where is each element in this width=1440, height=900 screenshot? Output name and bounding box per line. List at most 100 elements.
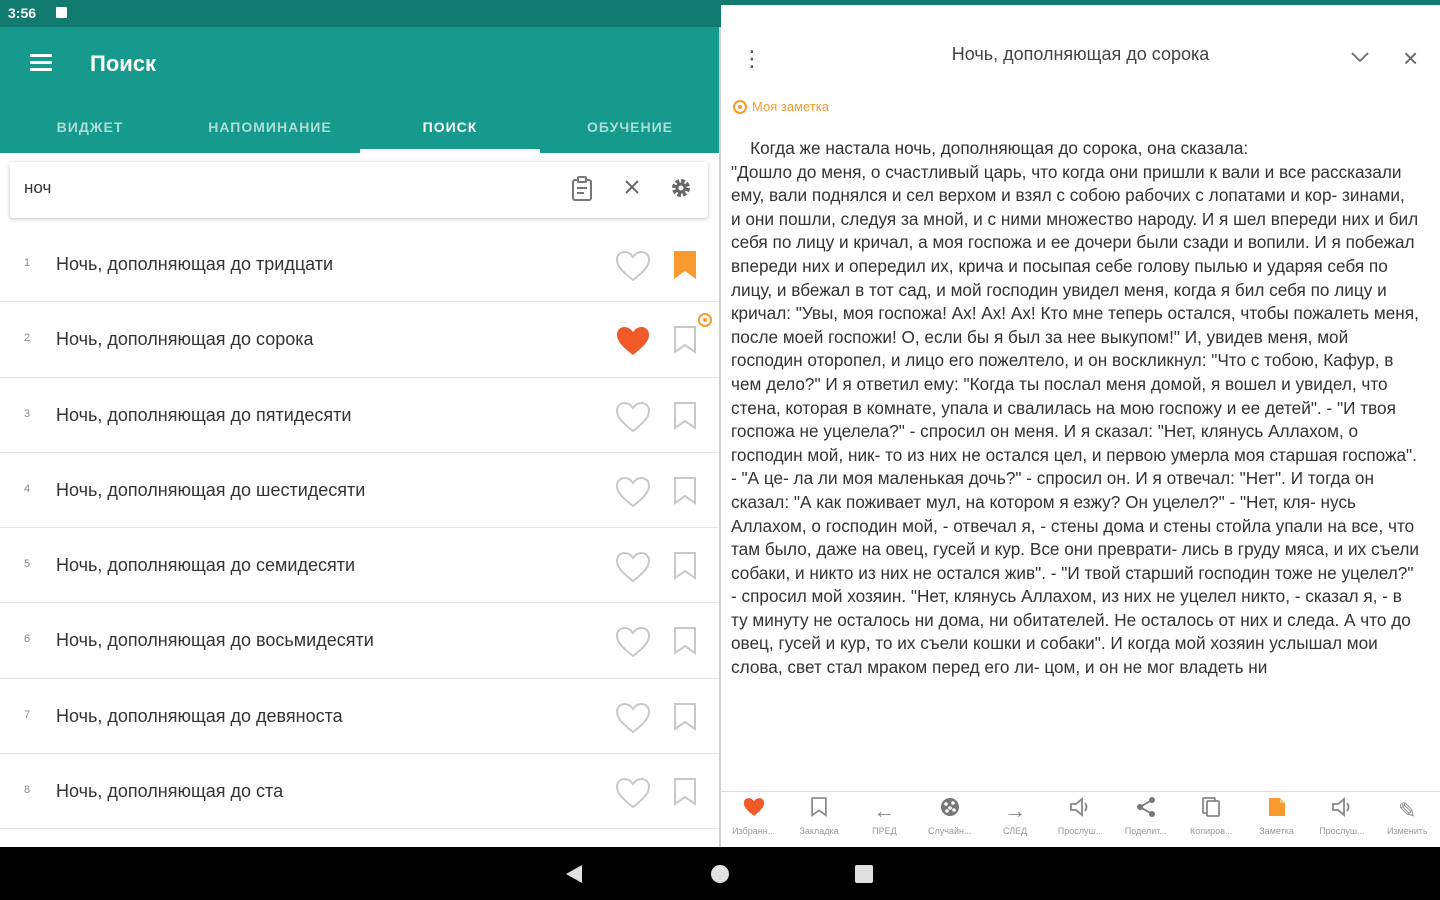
list-item[interactable]: 3 Ночь, дополняющая до пятидесяти bbox=[0, 378, 720, 453]
settings-gear-icon[interactable] bbox=[667, 176, 695, 204]
reader-toolbar: Избранн... Закладка ← ПРЕД Случайн... → … bbox=[721, 791, 1440, 847]
heart-filled-icon bbox=[721, 796, 786, 826]
copy-button[interactable]: Копиров... bbox=[1179, 792, 1244, 847]
list-item[interactable]: 4 Ночь, дополняющая до шестидесяти bbox=[0, 453, 720, 529]
heart-outline-icon[interactable] bbox=[614, 400, 652, 434]
results-list: 1 Ночь, дополняющая до тридцати 2 Ночь, … bbox=[0, 227, 720, 830]
heart-outline-icon[interactable] bbox=[614, 701, 652, 735]
tab-reminder[interactable]: НАПОМИНАНИЕ bbox=[180, 109, 360, 153]
listen-label: Прослуш... bbox=[1057, 826, 1104, 836]
previous-label: ПРЕД bbox=[872, 826, 897, 836]
system-nav-bar bbox=[0, 847, 1440, 900]
sim-icon bbox=[56, 7, 67, 18]
list-item[interactable]: 5 Ночь, дополняющая до семидесяти bbox=[0, 528, 720, 604]
hamburger-menu-icon[interactable] bbox=[30, 54, 52, 72]
list-item[interactable]: 8 Ночь, дополняющая до ста bbox=[0, 754, 720, 830]
clipboard-icon[interactable] bbox=[568, 176, 596, 204]
next-label: СЛЕД bbox=[1003, 826, 1028, 836]
clear-icon[interactable] bbox=[618, 176, 646, 204]
arrow-left-icon: ← bbox=[873, 798, 896, 823]
item-number: 8 bbox=[24, 784, 31, 797]
random-icon bbox=[917, 796, 982, 826]
edit-pencil-icon: ✎ bbox=[1398, 798, 1417, 823]
item-title: Ночь, дополняющая до девяноста bbox=[56, 705, 343, 726]
tab-widget[interactable]: ВИДЖЕТ bbox=[0, 109, 180, 153]
item-number: 4 bbox=[24, 482, 31, 495]
item-number: 2 bbox=[24, 332, 31, 345]
close-icon[interactable]: × bbox=[1403, 45, 1418, 71]
note-button[interactable]: Заметка bbox=[1244, 792, 1309, 847]
list-item[interactable]: 1 Ночь, дополняющая до тридцати bbox=[0, 227, 720, 303]
item-title: Ночь, дополняющая до ста bbox=[56, 781, 284, 802]
bookmark-button[interactable]: Закладка bbox=[786, 792, 851, 847]
bookmark-outline-icon[interactable] bbox=[672, 776, 698, 808]
copy-icon bbox=[1179, 796, 1244, 826]
item-number: 5 bbox=[24, 558, 31, 571]
heart-outline-icon[interactable] bbox=[614, 475, 652, 509]
edit-label: Изменить bbox=[1386, 826, 1428, 836]
bookmark-icon bbox=[786, 796, 851, 826]
bookmark-label: Закладка bbox=[799, 826, 839, 836]
item-title: Ночь, дополняющая до восьмидесяти bbox=[56, 630, 374, 651]
edit-button[interactable]: ✎ Изменить bbox=[1375, 792, 1440, 847]
listen-button[interactable]: Прослуш... bbox=[1048, 792, 1113, 847]
note-indicator-icon bbox=[698, 313, 712, 328]
item-number: 6 bbox=[24, 633, 31, 646]
chevron-down-icon[interactable] bbox=[1349, 49, 1371, 65]
heart-filled-icon[interactable] bbox=[614, 324, 652, 358]
item-number: 7 bbox=[24, 708, 31, 721]
my-note-link[interactable]: Моя заметка bbox=[733, 99, 829, 114]
bookmark-filled-icon[interactable] bbox=[672, 249, 698, 281]
status-bar: 3:56 bbox=[0, 0, 1440, 825]
story-text: Когда же настала ночь, дополняющая до со… bbox=[731, 138, 1419, 678]
note-label-text: Моя заметка bbox=[752, 99, 829, 114]
listen-button-2[interactable]: Прослуш... bbox=[1309, 792, 1374, 847]
listen-label-2: Прослуш... bbox=[1319, 826, 1365, 836]
home-icon[interactable] bbox=[711, 865, 729, 883]
search-input[interactable] bbox=[24, 178, 524, 198]
heart-outline-icon[interactable] bbox=[614, 776, 652, 810]
list-item[interactable]: 7 Ночь, дополняющая до девяноста bbox=[0, 679, 720, 755]
bookmark-outline-icon[interactable] bbox=[672, 324, 698, 356]
heart-outline-icon[interactable] bbox=[614, 249, 652, 283]
bookmark-outline-icon[interactable] bbox=[672, 701, 698, 733]
bookmark-outline-icon[interactable] bbox=[672, 550, 698, 582]
item-number: 1 bbox=[24, 257, 31, 269]
item-number: 3 bbox=[24, 407, 31, 420]
list-item[interactable]: 6 Ночь, дополняющая до восьмидесяти bbox=[0, 603, 720, 679]
arrow-right-icon: → bbox=[1004, 798, 1027, 823]
item-title: Ночь, дополняющая до шестидесяти bbox=[56, 479, 366, 500]
reader-title: Ночь, дополняющая до сорока bbox=[951, 44, 1210, 64]
app-bar: Поиск ВИДЖЕТ НАПОМИНАНИЕ ПОИСК ОБУЧЕНИЕ bbox=[0, 27, 720, 153]
share-button[interactable]: Поделит... bbox=[1113, 792, 1178, 847]
recent-apps-icon[interactable] bbox=[855, 865, 873, 883]
random-button[interactable]: Случайн... bbox=[917, 792, 982, 847]
item-title: Ночь, дополняющая до сорока bbox=[56, 329, 314, 350]
heart-outline-icon[interactable] bbox=[614, 625, 652, 659]
speaker-icon bbox=[1309, 796, 1374, 826]
favorite-label: Избранн... bbox=[732, 826, 776, 836]
note-label: Заметка bbox=[1259, 826, 1294, 836]
next-button[interactable]: → СЛЕД bbox=[982, 792, 1047, 847]
back-icon[interactable] bbox=[566, 865, 582, 883]
copy-label: Копиров... bbox=[1189, 826, 1233, 836]
tab-bar: ВИДЖЕТ НАПОМИНАНИЕ ПОИСК ОБУЧЕНИЕ bbox=[0, 109, 720, 153]
list-item[interactable]: 2 Ночь, дополняющая до сорока bbox=[0, 302, 720, 378]
status-time: 3:56 bbox=[8, 5, 37, 21]
item-title: Ночь, дополняющая до семидесяти bbox=[56, 555, 356, 576]
random-label: Случайн... bbox=[928, 826, 972, 836]
bookmark-outline-icon[interactable] bbox=[672, 400, 698, 432]
note-icon bbox=[1244, 796, 1309, 826]
search-box bbox=[10, 162, 708, 218]
reader-pane: ⋮ Ночь, дополняющая до сорока × Моя заме… bbox=[721, 27, 1440, 847]
page-title: Поиск bbox=[90, 51, 157, 76]
heart-outline-icon[interactable] bbox=[614, 550, 652, 584]
favorite-button[interactable]: Избранн... bbox=[721, 792, 786, 847]
tab-search[interactable]: ПОИСК bbox=[360, 109, 540, 153]
speaker-icon bbox=[1048, 796, 1113, 826]
item-title: Ночь, дополняющая до тридцати bbox=[56, 254, 334, 274]
previous-button[interactable]: ← ПРЕД bbox=[852, 792, 917, 847]
bookmark-outline-icon[interactable] bbox=[672, 625, 698, 657]
tab-learning[interactable]: ОБУЧЕНИЕ bbox=[540, 109, 720, 153]
bookmark-outline-icon[interactable] bbox=[672, 475, 698, 507]
